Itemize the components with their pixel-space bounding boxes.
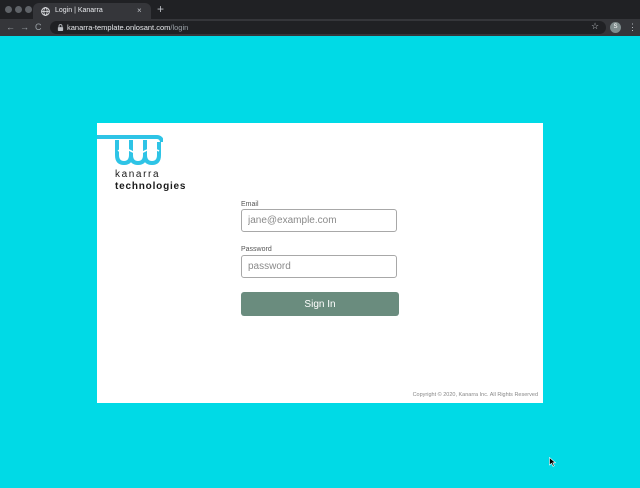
sign-in-button[interactable]: Sign In	[241, 292, 399, 316]
tab-close-icon[interactable]: ×	[137, 6, 142, 16]
login-card: kanarra technologies Email Password Sign…	[97, 123, 543, 403]
password-label: Password	[241, 246, 272, 253]
browser-menu-icon[interactable]: ⋮	[628, 22, 637, 33]
window-maximize-dot[interactable]	[25, 6, 32, 13]
new-tab-button[interactable]: +	[157, 2, 164, 16]
profile-avatar[interactable]: S	[610, 22, 621, 33]
browser-tab[interactable]: Login | Kanarra ×	[33, 3, 151, 19]
copyright-text: Copyright © 2020, Kanarra Inc. All Right…	[412, 392, 538, 398]
back-button[interactable]: ←	[6, 22, 15, 33]
logo-wordmark-bottom: technologies	[115, 181, 187, 192]
browser-tab-bar: Login | Kanarra × +	[0, 0, 640, 19]
mouse-pointer-icon	[549, 457, 557, 467]
forward-button[interactable]: →	[20, 22, 29, 33]
kanarra-logo-mark	[97, 135, 163, 165]
reload-button[interactable]: C	[35, 22, 42, 33]
password-field[interactable]	[241, 255, 397, 278]
email-field[interactable]	[241, 209, 397, 232]
url-text: kanarra-template.onlosant.com/login	[67, 22, 188, 33]
logo-wordmark-top: kanarra	[115, 169, 161, 180]
lock-icon	[57, 24, 64, 31]
email-label: Email	[241, 201, 259, 208]
url-host: kanarra-template.onlosant.com	[67, 23, 171, 32]
address-bar[interactable]: kanarra-template.onlosant.com/login	[50, 21, 606, 34]
tab-title: Login | Kanarra	[55, 7, 103, 14]
window-minimize-dot[interactable]	[15, 6, 22, 13]
bookmark-star-icon[interactable]: ☆	[591, 21, 599, 32]
window-close-dot[interactable]	[5, 6, 12, 13]
url-path: /login	[170, 23, 189, 32]
browser-toolbar: ← → C kanarra-template.onlosant.com/logi…	[0, 19, 640, 36]
globe-icon	[41, 7, 50, 16]
